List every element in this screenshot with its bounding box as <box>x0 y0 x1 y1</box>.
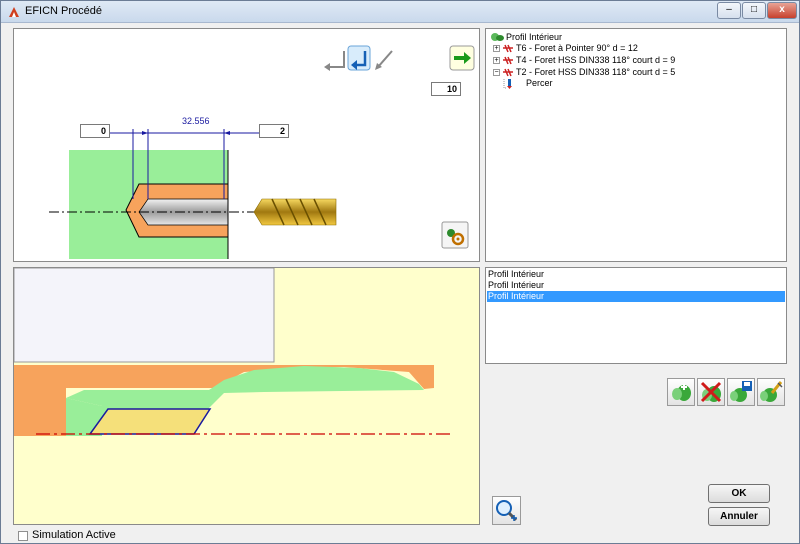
profile-icon <box>491 33 504 41</box>
tree-item-t4[interactable]: T4 - Foret HSS DIN338 118° court d = 9 <box>516 55 675 65</box>
drilling-preview-panel: 0 32.556 2 10 <box>13 28 480 262</box>
expand-icon[interactable]: + <box>493 57 500 64</box>
cancel-button[interactable]: Annuler <box>708 507 770 526</box>
save-tool-icon <box>730 381 752 402</box>
drill-tool-icon <box>503 68 513 77</box>
drilled-hole <box>88 408 212 435</box>
right-offset-input[interactable]: 2 <box>259 124 289 138</box>
profile-list[interactable]: Profil Intérieur Profil Intérieur Profil… <box>485 267 787 364</box>
edit-tool-button[interactable] <box>757 378 785 406</box>
left-offset-input[interactable]: 0 <box>80 124 110 138</box>
minimize-icon: – <box>726 4 732 15</box>
arrow-left-icon[interactable] <box>324 51 345 71</box>
add-tool-icon <box>672 384 691 401</box>
list-item[interactable]: Profil Intérieur <box>487 269 785 280</box>
arrow-diagonal-icon[interactable] <box>375 50 393 70</box>
main-window: EFICN Procédé – □ x 0 32.556 2 10 Profil… <box>0 0 800 544</box>
drilling-drawing <box>49 45 475 259</box>
tree-leaf-percer[interactable]: Percer <box>526 78 553 88</box>
operation-tree: Profil Intérieur + T6 - Foret à Pointer … <box>485 28 787 262</box>
delete-tool-icon <box>700 381 722 403</box>
dimension-label: 32.556 <box>182 116 210 126</box>
tree-item-t2[interactable]: T2 - Foret HSS DIN338 118° court d = 5 <box>516 67 675 77</box>
maximize-button[interactable]: □ <box>742 2 766 19</box>
simulation-drawing <box>14 268 479 524</box>
collapse-icon[interactable]: − <box>493 69 500 76</box>
repeat-count-input[interactable]: 10 <box>431 82 461 96</box>
drill-icon <box>253 198 337 226</box>
list-item-selected[interactable]: Profil Intérieur <box>487 291 785 302</box>
drill-tool-icon <box>503 56 513 65</box>
zoom-in-icon <box>496 500 518 522</box>
expand-icon[interactable]: + <box>493 45 500 52</box>
tree-item-t6[interactable]: T6 - Foret à Pointer 90° d = 12 <box>516 43 638 53</box>
zoom-button[interactable] <box>492 496 521 525</box>
tree-root[interactable]: Profil Intérieur <box>506 32 562 42</box>
list-item[interactable]: Profil Intérieur <box>487 280 785 291</box>
simulation-panel <box>13 267 480 525</box>
delete-tool-button[interactable] <box>697 378 725 406</box>
edit-tool-icon <box>760 381 783 402</box>
ok-button[interactable]: OK <box>708 484 770 503</box>
drill-operation-icon <box>503 79 512 89</box>
eficn-icon <box>9 7 19 17</box>
close-button[interactable]: x <box>767 2 797 19</box>
maximize-icon: □ <box>750 4 758 15</box>
simulation-label: Simulation Active <box>32 529 116 541</box>
title-bar[interactable]: EFICN Procédé – □ x <box>1 1 799 23</box>
window-title: EFICN Procédé <box>25 5 103 17</box>
minimize-button[interactable]: – <box>717 2 741 19</box>
simulation-checkbox[interactable] <box>18 531 28 541</box>
save-tool-button[interactable] <box>727 378 755 406</box>
arrow-right-icon[interactable] <box>449 45 475 71</box>
close-icon: x <box>779 4 785 15</box>
settings-button[interactable] <box>441 221 469 249</box>
drill-tool-icon <box>503 44 513 53</box>
arrow-return-icon[interactable] <box>347 45 371 71</box>
add-tool-button[interactable] <box>667 378 695 406</box>
